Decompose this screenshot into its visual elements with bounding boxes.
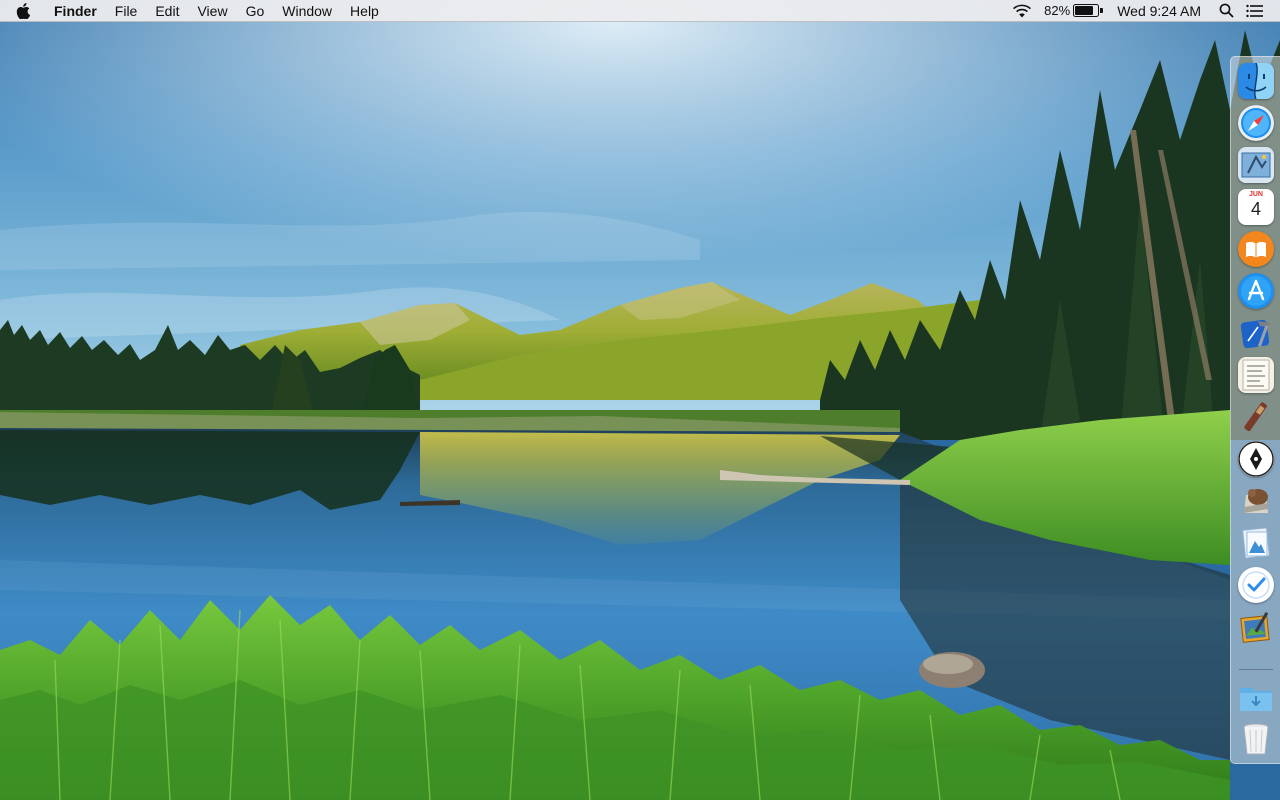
calendar-icon: JUN 4 — [1238, 189, 1274, 225]
dock-safari[interactable] — [1236, 103, 1276, 143]
dock-ibooks[interactable] — [1236, 229, 1276, 269]
wifi-icon[interactable] — [1006, 0, 1038, 22]
downloads-folder-icon — [1238, 679, 1274, 715]
battery-percent: 82% — [1044, 3, 1071, 18]
menu-window[interactable]: Window — [273, 0, 341, 22]
menu-help[interactable]: Help — [341, 0, 388, 22]
dock-trash[interactable] — [1236, 719, 1276, 759]
pen-tool-icon — [1238, 441, 1274, 477]
spotlight-search-icon[interactable] — [1213, 0, 1240, 22]
instruments-icon — [1238, 399, 1274, 435]
dock-calendar[interactable]: JUN 4 — [1236, 187, 1276, 227]
menu-clock[interactable]: Wed 9:24 AM — [1109, 0, 1213, 22]
dock-script-editor[interactable] — [1236, 355, 1276, 395]
photo-editor-icon — [1238, 609, 1274, 645]
calendar-month: JUN — [1248, 191, 1263, 198]
finder-icon — [1238, 63, 1274, 99]
dock-photo-editor[interactable] — [1236, 607, 1276, 647]
dock: JUN 4 — [1230, 56, 1280, 764]
menu-app-name[interactable]: Finder — [46, 0, 106, 22]
ibooks-icon — [1238, 231, 1274, 267]
xcode-icon — [1238, 315, 1274, 351]
dock-squirrel-app[interactable] — [1236, 481, 1276, 521]
desktop-wallpaper — [0, 0, 1280, 800]
battery-status[interactable]: 82% — [1038, 0, 1109, 22]
menu-bar-extras: 82% Wed 9:24 AM — [1006, 0, 1280, 22]
dock-preview[interactable] — [1236, 523, 1276, 563]
battery-icon — [1073, 4, 1103, 17]
menu-bar: Finder File Edit View Go Window Help 82%… — [0, 0, 1280, 22]
dock-pen-tool[interactable] — [1236, 439, 1276, 479]
apple-logo-icon[interactable] — [14, 0, 32, 22]
dock-mail[interactable] — [1236, 145, 1276, 185]
tasks-checkmark-icon — [1238, 567, 1274, 603]
menu-view[interactable]: View — [188, 0, 236, 22]
dock-instruments[interactable] — [1236, 397, 1276, 437]
dock-finder[interactable] — [1236, 61, 1276, 101]
dock-app-store[interactable] — [1236, 271, 1276, 311]
dock-separator — [1239, 669, 1273, 670]
menu-edit[interactable]: Edit — [146, 0, 188, 22]
menu-go[interactable]: Go — [237, 0, 274, 22]
dock-downloads[interactable] — [1236, 677, 1276, 717]
app-store-icon — [1238, 273, 1274, 309]
dock-xcode[interactable] — [1236, 313, 1276, 353]
dock-tasks[interactable] — [1236, 565, 1276, 605]
trash-icon — [1238, 721, 1274, 757]
script-editor-icon — [1238, 357, 1274, 393]
menu-bar-left: Finder File Edit View Go Window Help — [0, 0, 388, 22]
calendar-day: 4 — [1250, 199, 1261, 219]
menu-file[interactable]: File — [106, 0, 147, 22]
mail-icon — [1238, 147, 1274, 183]
safari-icon — [1238, 105, 1274, 141]
preview-icon — [1238, 525, 1274, 561]
squirrel-app-icon — [1238, 483, 1274, 519]
notification-center-icon[interactable] — [1240, 0, 1270, 22]
